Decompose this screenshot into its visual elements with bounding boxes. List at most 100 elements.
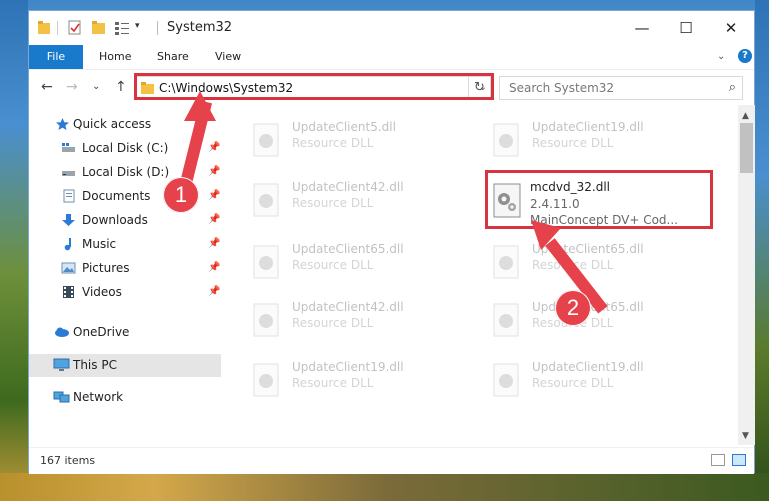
music-note-icon	[64, 238, 71, 251]
arrow-2-head-icon	[531, 220, 561, 250]
help-button[interactable]: ?	[738, 49, 752, 63]
explorer-window: ▾ System32 — ☐ ✕ File Home Share View ⌄ …	[28, 10, 755, 474]
sidebar-item-onedrive[interactable]: OneDrive	[29, 321, 221, 344]
tab-file[interactable]: File	[29, 45, 83, 69]
sidebar-item-videos[interactable]: Videos 📌	[29, 281, 221, 304]
window-title: System32	[167, 20, 233, 35]
file-name: UpdateClient19.dll	[292, 360, 404, 374]
file-name: UpdateClient19.dll	[532, 360, 644, 374]
sidebar-item-label: This PC	[73, 358, 117, 372]
file-item[interactable]: UpdateClient42.dll Resource DLL	[246, 175, 466, 225]
file-type: Resource DLL	[292, 316, 374, 330]
documents-icon	[63, 189, 75, 203]
scroll-thumb[interactable]	[740, 123, 753, 173]
sidebar-item-label: Documents	[82, 189, 151, 203]
sidebar-item-music[interactable]: Music 📌	[29, 233, 221, 256]
tab-share[interactable]: Share	[157, 45, 189, 69]
properties-icon[interactable]	[67, 19, 83, 37]
sidebar-item-label: Downloads	[82, 213, 148, 227]
vertical-scrollbar[interactable]: ▲ ▼	[738, 105, 755, 445]
maximize-button[interactable]: ☐	[664, 11, 708, 45]
item-count: 167 items	[40, 454, 96, 467]
sidebar-item-network[interactable]: Network	[29, 386, 221, 409]
up-button[interactable]: ↑	[115, 79, 127, 95]
file-item[interactable]: UpdateClient65.dll Resource DLL	[246, 237, 466, 287]
pictures-icon	[61, 262, 76, 274]
search-input[interactable]: Search System32 ⌕	[499, 76, 743, 100]
pin-icon[interactable]: 📌	[208, 190, 220, 201]
dll-file-icon	[493, 363, 519, 397]
tab-view[interactable]: View	[215, 45, 241, 69]
sidebar-item-label: Network	[73, 390, 124, 404]
dll-file-icon	[493, 123, 519, 157]
dll-file-icon	[253, 303, 279, 337]
file-item[interactable]: UpdateClient19.dll Resource DLL	[246, 355, 466, 405]
large-icons-view-icon[interactable]	[732, 454, 746, 466]
file-item[interactable]: UpdateClient42.dll Resource DLL	[246, 295, 466, 345]
file-item[interactable]: UpdateClient19.dll Resource DLL	[486, 115, 706, 165]
search-icon[interactable]: ⌕	[729, 80, 736, 95]
file-item[interactable]: UpdateClient65.dll Resource DLL	[486, 237, 706, 287]
computer-icon	[53, 358, 70, 371]
dll-file-icon	[493, 245, 519, 279]
pin-icon[interactable]: 📌	[208, 214, 220, 225]
file-name: UpdateClient42.dll	[292, 180, 404, 194]
pin-icon[interactable]: 📌	[208, 286, 220, 297]
forward-button[interactable]: →	[66, 79, 78, 95]
dll-file-icon	[253, 363, 279, 397]
list-view-icon[interactable]	[114, 19, 130, 37]
close-button[interactable]: ✕	[709, 11, 753, 45]
scroll-up-arrow-icon[interactable]: ▲	[742, 111, 749, 121]
step-2-badge: 2	[555, 290, 591, 326]
step-1-badge: 1	[163, 177, 199, 213]
pin-icon[interactable]: 📌	[208, 238, 220, 249]
sidebar-item-label: Videos	[82, 285, 122, 299]
desktop-background-left	[0, 0, 28, 501]
file-list: UpdateClient5.dll Resource DLL UpdateCli…	[224, 105, 741, 445]
file-item[interactable]: UpdateClient5.dll Resource DLL	[246, 115, 466, 165]
sidebar-item-downloads[interactable]: Downloads 📌	[29, 209, 221, 232]
ribbon-tabs: File Home Share View ⌄ ?	[29, 45, 754, 69]
pin-icon[interactable]: 📌	[208, 262, 220, 273]
scroll-down-arrow-icon[interactable]: ▼	[742, 431, 749, 441]
drive-icon	[62, 143, 75, 152]
pin-icon[interactable]: 📌	[208, 166, 220, 177]
sidebar-item-label: Pictures	[82, 261, 130, 275]
network-icon	[53, 391, 70, 403]
desktop-background-bottom	[0, 473, 769, 501]
desktop-background-right	[755, 0, 769, 501]
dll-file-icon	[253, 183, 279, 217]
download-arrow-icon	[62, 214, 75, 226]
expand-ribbon-chevron-icon[interactable]: ⌄	[717, 51, 725, 62]
tab-home[interactable]: Home	[99, 45, 131, 69]
file-name: UpdateClient42.dll	[292, 300, 404, 314]
sidebar-item-this-pc[interactable]: This PC	[29, 354, 221, 377]
file-item[interactable]: UpdateClient19.dll Resource DLL	[486, 355, 706, 405]
pin-icon[interactable]: 📌	[208, 142, 220, 153]
film-icon	[63, 286, 74, 298]
sidebar-item-label: Local Disk (D:)	[82, 165, 170, 179]
sidebar-item-label: OneDrive	[73, 325, 130, 339]
search-placeholder: Search System32	[509, 81, 615, 95]
drive-icon	[62, 171, 75, 176]
file-name: UpdateClient65.dll	[292, 242, 404, 256]
file-type: Resource DLL	[292, 136, 374, 150]
file-type: Resource DLL	[292, 196, 374, 210]
cloud-icon	[55, 327, 69, 337]
new-folder-icon[interactable]	[91, 19, 107, 37]
customize-qa-chevron-icon[interactable]: ▾	[135, 21, 140, 31]
recent-locations-button[interactable]: ⌄	[92, 81, 100, 92]
folder-icon	[38, 21, 50, 34]
dll-file-icon	[493, 303, 519, 337]
dll-file-icon	[253, 245, 279, 279]
qa-separator	[57, 21, 58, 35]
sidebar-item-label: Quick access	[73, 117, 152, 131]
file-type: Resource DLL	[532, 376, 614, 390]
back-button[interactable]: ←	[41, 79, 53, 95]
sidebar-item-label: Local Disk (C:)	[82, 141, 169, 155]
details-view-icon[interactable]	[711, 454, 725, 466]
minimize-button[interactable]: —	[620, 11, 664, 45]
title-bar: ▾ System32 — ☐ ✕	[29, 11, 754, 45]
sidebar-item-pictures[interactable]: Pictures 📌	[29, 257, 221, 280]
star-icon	[56, 118, 69, 130]
